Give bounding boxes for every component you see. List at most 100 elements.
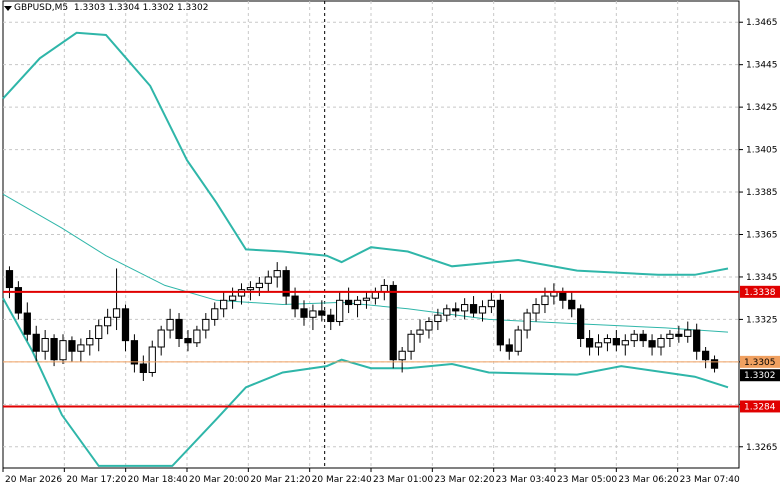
candle-body: [612, 338, 620, 346]
candle-body: [407, 333, 415, 352]
candle-body: [701, 350, 710, 361]
candle: [380, 279, 388, 301]
candle-body: [255, 282, 263, 289]
candle-body: [577, 308, 585, 340]
candle: [594, 334, 603, 356]
candle-body: [603, 338, 612, 344]
candle-body: [139, 363, 147, 373]
candle-body: [648, 340, 656, 348]
candle: [469, 296, 478, 318]
candle-body: [630, 333, 638, 342]
y-tick-label: 1.3425: [746, 103, 778, 113]
candle-body: [130, 340, 139, 365]
candle: [193, 325, 201, 348]
y-tick-label: 1.3265: [746, 443, 778, 453]
candle: [273, 262, 281, 288]
candle: [255, 276, 263, 297]
candle: [425, 317, 433, 339]
chart-menu-icon[interactable]: [4, 6, 12, 11]
candle: [121, 304, 130, 352]
candle-body: [104, 316, 112, 327]
x-tick-label: 23 Mar 03:40: [496, 475, 556, 485]
candle-body: [559, 291, 567, 301]
candle: [496, 293, 504, 352]
candle: [532, 298, 540, 322]
candle: [336, 291, 344, 326]
ohlc-readout: 1.3303 1.3304 1.3302 1.3302: [73, 3, 209, 13]
candle: [505, 338, 513, 360]
candle-body: [86, 338, 94, 346]
x-tick-label: 20 Mar 18:40: [128, 475, 188, 485]
candle-body: [68, 340, 76, 352]
candle: [701, 347, 710, 369]
candle: [353, 296, 362, 318]
candle-body: [300, 308, 308, 318]
candle: [202, 313, 210, 339]
candle-body: [175, 318, 183, 340]
candle-body: [193, 329, 201, 344]
candle: [612, 330, 620, 352]
candle-body: [336, 299, 344, 323]
candle: [710, 355, 719, 373]
candle-body: [675, 333, 683, 337]
candle: [41, 330, 49, 360]
candle: [264, 270, 272, 292]
candle-body: [32, 333, 40, 352]
candle: [130, 334, 139, 373]
candle-body: [309, 310, 317, 318]
candle-body: [112, 308, 121, 318]
x-tick-label: 20 Mar 20:00: [189, 475, 249, 485]
candle-body: [389, 284, 397, 361]
candle: [639, 330, 647, 348]
candle: [175, 313, 183, 348]
candle: [14, 281, 23, 320]
y-tick-label: 1.3385: [746, 188, 778, 198]
candle: [514, 325, 522, 356]
candle: [648, 334, 656, 356]
chart-window[interactable]: GBPUSD,M5 1.3303 1.3304 1.3302 1.3302 1.…: [0, 0, 781, 489]
candle: [59, 334, 67, 364]
candle: [112, 268, 121, 331]
chart-header: GBPUSD,M5 1.3303 1.3304 1.3302 1.3302: [14, 3, 208, 13]
y-tick-label: 1.3345: [746, 273, 778, 283]
candle-body: [264, 276, 272, 284]
candle: [523, 308, 531, 339]
candle-body: [59, 340, 67, 361]
candle-body: [246, 287, 255, 291]
candle: [166, 308, 174, 339]
candle: [416, 319, 424, 343]
level-label: 1.3338: [744, 288, 776, 298]
candle: [568, 291, 576, 318]
candle-body: [505, 344, 513, 352]
candle: [68, 336, 76, 362]
candle-body: [273, 270, 281, 278]
candle: [104, 308, 112, 335]
candle: [577, 304, 585, 348]
candle: [407, 330, 415, 360]
candle-body: [41, 338, 49, 352]
candle-body: [228, 295, 237, 301]
x-tick-label: 23 Mar 01:00: [373, 475, 433, 485]
candle-body: [211, 308, 219, 320]
candle-body: [657, 338, 665, 348]
candle: [559, 287, 567, 309]
candle-body: [523, 312, 531, 331]
candle-body: [666, 333, 674, 340]
candle: [362, 291, 371, 309]
y-tick-label: 1.3325: [746, 315, 778, 325]
candle-body: [425, 321, 433, 331]
y-tick-label: 1.3365: [746, 231, 778, 241]
candle-body: [416, 329, 424, 335]
candle: [684, 321, 692, 343]
candle: [157, 325, 165, 356]
x-tick-label: 23 Mar 06:20: [618, 475, 678, 485]
candle-body: [585, 338, 594, 348]
y-tick-label: 1.3465: [746, 18, 778, 28]
candle: [95, 319, 103, 352]
candle: [5, 266, 14, 299]
candle-body: [639, 333, 647, 342]
price-chart[interactable]: 1.3465 1.3445 1.3425 1.3405 1.3385 1.3365 1.33…: [0, 0, 781, 489]
candle-body: [166, 318, 174, 331]
candle-body: [184, 338, 192, 344]
x-tick-label: 23 Mar 02:20: [434, 475, 494, 485]
